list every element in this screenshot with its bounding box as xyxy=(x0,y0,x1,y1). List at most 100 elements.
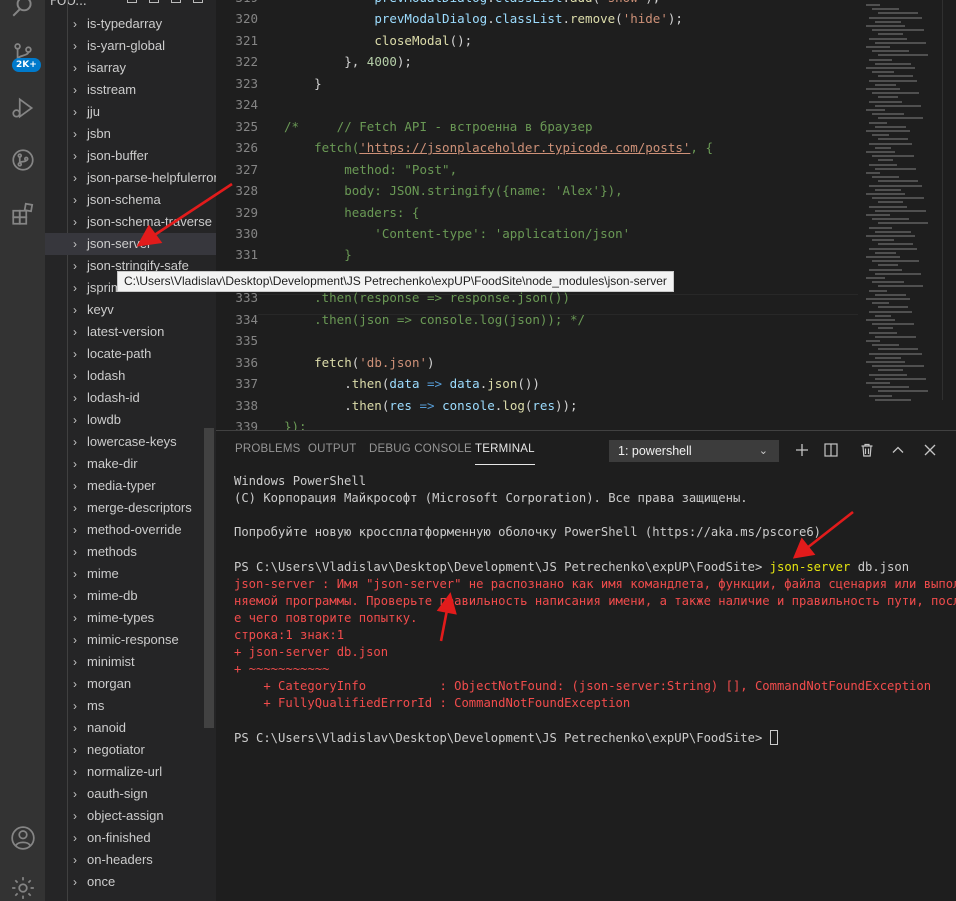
tree-folder-item[interactable]: › once xyxy=(45,871,216,893)
tree-folder-item[interactable]: › mime-db xyxy=(45,585,216,607)
code-token: log xyxy=(502,397,525,413)
tree-folder-item[interactable]: › lodash-id xyxy=(45,387,216,409)
new-file-icon[interactable] xyxy=(127,0,137,3)
minimap-line xyxy=(875,104,921,107)
chevron-right-icon: › xyxy=(73,347,77,361)
code-line: 319 prevModalDialog.classList.add('show'… xyxy=(216,0,856,8)
tree-folder-item[interactable]: › object-assign xyxy=(45,805,216,827)
tree-item-label: on-finished xyxy=(87,830,151,845)
tree-folder-item[interactable]: › nanoid xyxy=(45,717,216,739)
tree-folder-item[interactable]: › media-typer xyxy=(45,475,216,497)
split-terminal-icon[interactable] xyxy=(821,439,841,461)
terminal-line: + json-server db.json xyxy=(234,644,388,661)
tab-problems[interactable]: PROBLEMS xyxy=(235,443,301,455)
tree-folder-item[interactable]: › oauth-sign xyxy=(45,783,216,805)
terminal-select[interactable]: 1: powershell ⌄ xyxy=(609,440,779,462)
tree-folder-item[interactable]: › jju xyxy=(45,101,216,123)
add-terminal-icon[interactable] xyxy=(792,439,812,461)
terminal-text: PS C:\Users\Vladislav\Desktop\Developmen… xyxy=(234,730,770,745)
tree-folder-item[interactable]: › methods xyxy=(45,541,216,563)
terminal-line: + ~~~~~~~~~~~ xyxy=(234,661,329,678)
code-text: }, 4000); xyxy=(284,51,412,72)
github-icon[interactable] xyxy=(0,140,45,180)
chevron-right-icon: › xyxy=(73,501,77,515)
tree-folder-item[interactable]: › lowercase-keys xyxy=(45,431,216,453)
trash-icon[interactable] xyxy=(857,439,877,461)
tree-folder-item[interactable]: › json-schema xyxy=(45,189,216,211)
tree-item-label: json-schema-traverse xyxy=(87,214,212,229)
tree-folder-item[interactable]: › make-dir xyxy=(45,453,216,475)
minimap-line xyxy=(869,142,912,145)
account-icon[interactable] xyxy=(0,818,45,858)
tree-folder-item[interactable]: › isarray xyxy=(45,57,216,79)
run-debug-icon[interactable] xyxy=(0,88,45,128)
chevron-right-icon: › xyxy=(73,17,77,31)
minimap-line xyxy=(869,37,907,40)
tree-folder-item[interactable]: › jsbn xyxy=(45,123,216,145)
minimap[interactable] xyxy=(864,0,944,410)
tree-folder-item[interactable]: › mime xyxy=(45,563,216,585)
tree-folder-item[interactable]: › morgan xyxy=(45,673,216,695)
minimap-line xyxy=(875,251,896,254)
code-line: 328 body: JSON.stringify({name: 'Alex'})… xyxy=(216,180,856,201)
tree-folder-item[interactable]: › mimic-response xyxy=(45,629,216,651)
editor-scrollbar[interactable] xyxy=(942,0,956,400)
tree-folder-item[interactable]: › json-server xyxy=(45,233,216,255)
tree-folder-item[interactable]: › normalize-url xyxy=(45,761,216,783)
code-token: 'db.json' xyxy=(359,354,428,370)
terminal-cursor[interactable] xyxy=(769,729,778,745)
tree-folder-item[interactable]: › lowdb xyxy=(45,409,216,431)
tree-folder-item[interactable]: › minimist xyxy=(45,651,216,673)
tree-folder-item[interactable]: › mime-types xyxy=(45,607,216,629)
tree-folder-item[interactable]: › is-typedarray xyxy=(45,13,216,35)
tree-folder-item[interactable]: › json-parse-helpfulerror xyxy=(45,167,216,189)
tree-folder-item[interactable]: › json-buffer xyxy=(45,145,216,167)
chevron-right-icon: › xyxy=(73,611,77,625)
search-icon[interactable] xyxy=(0,0,45,26)
tree-folder-item[interactable]: › lodash xyxy=(45,365,216,387)
refresh-icon[interactable] xyxy=(171,0,181,3)
tree-folder-item[interactable]: › latest-version xyxy=(45,321,216,343)
tree-item-label: media-typer xyxy=(87,478,156,493)
close-panel-icon[interactable] xyxy=(920,439,940,461)
chevron-right-icon: › xyxy=(73,369,77,383)
minimap-line xyxy=(869,79,917,82)
tree-folder-item[interactable]: › isstream xyxy=(45,79,216,101)
tree-folder-item[interactable]: › locate-path xyxy=(45,343,216,365)
maximize-panel-icon[interactable] xyxy=(888,439,908,461)
code-token: fetch( xyxy=(284,140,360,156)
code-token: . xyxy=(562,0,570,5)
settings-gear-icon[interactable] xyxy=(0,868,45,901)
explorer-title[interactable]: FOO... xyxy=(50,0,87,8)
terminal-text: + ~~~~~~~~~~~ xyxy=(234,662,330,677)
tree-folder-item[interactable]: › method-override xyxy=(45,519,216,541)
minimap-line xyxy=(878,96,898,99)
terminal-line: json-server : Имя "json-server" не распо… xyxy=(234,576,956,593)
tree-folder-item[interactable]: › merge-descriptors xyxy=(45,497,216,519)
code-line: 335 xyxy=(216,330,856,351)
chevron-right-icon: › xyxy=(73,149,77,163)
new-folder-icon[interactable] xyxy=(149,0,159,3)
explorer-scrollbar[interactable] xyxy=(204,428,214,728)
minimap-line xyxy=(875,20,901,23)
tab-terminal[interactable]: TERMINAL xyxy=(475,443,535,465)
tab-output[interactable]: OUTPUT xyxy=(308,443,356,455)
tree-folder-item[interactable]: › is-yarn-global xyxy=(45,35,216,57)
minimap-line xyxy=(878,390,928,393)
minimap-line xyxy=(878,180,918,183)
code-line: 330 'Content-type': 'application/json' xyxy=(216,223,856,244)
minimap-line xyxy=(866,25,905,27)
tree-folder-item[interactable]: › on-finished xyxy=(45,827,216,849)
collapse-all-icon[interactable] xyxy=(193,0,203,3)
code-token: /* // Fetch API - встроенна в браузер xyxy=(284,118,593,134)
tree-folder-item[interactable]: › on-headers xyxy=(45,849,216,871)
tree-folder-item[interactable]: › negotiator xyxy=(45,739,216,761)
tree-item-label: is-yarn-global xyxy=(87,38,166,53)
tree-folder-item[interactable]: › json-schema-traverse xyxy=(45,211,216,233)
code-token: ); xyxy=(645,0,660,5)
tree-folder-item[interactable]: › ms xyxy=(45,695,216,717)
tab-debug-console[interactable]: DEBUG CONSOLE xyxy=(369,443,472,455)
extensions-icon[interactable] xyxy=(0,194,45,234)
tree-folder-item[interactable]: › keyv xyxy=(45,299,216,321)
code-editor[interactable]: 319 prevModalDialog.classList.add('show'… xyxy=(216,0,956,430)
